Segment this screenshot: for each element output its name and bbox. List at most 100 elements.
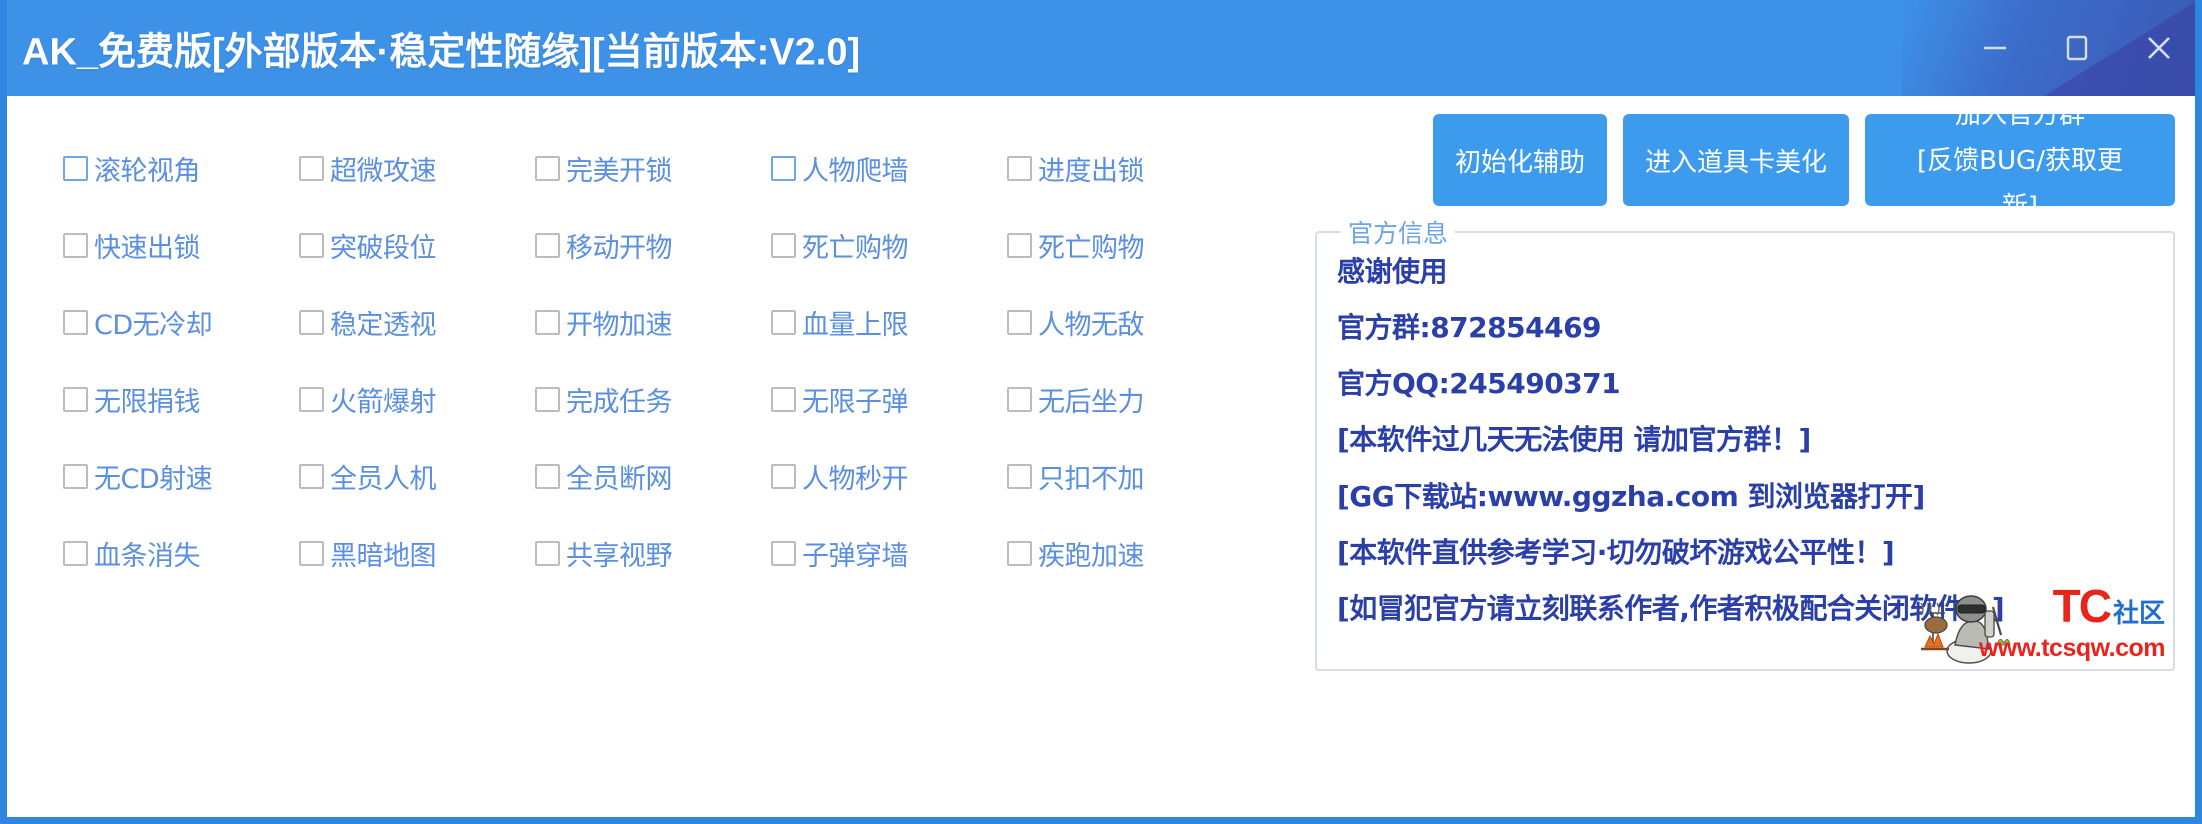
- checkbox-icon[interactable]: [1007, 233, 1032, 258]
- feature-checkbox[interactable]: 人物秒开: [771, 457, 1007, 496]
- feature-checkbox[interactable]: 稳定透视: [299, 303, 535, 342]
- feature-checkbox[interactable]: 死亡购物: [771, 226, 1007, 265]
- checkbox-icon[interactable]: [1007, 541, 1032, 566]
- feature-checkbox-label: 血条消失: [94, 541, 201, 572]
- feature-checkbox[interactable]: 超微攻速: [299, 149, 535, 188]
- checkbox-icon[interactable]: [299, 156, 324, 181]
- checkbox-icon[interactable]: [1007, 464, 1032, 489]
- feature-checkbox[interactable]: 完成任务: [535, 380, 771, 419]
- checkbox-icon[interactable]: [63, 310, 88, 335]
- feature-checkbox[interactable]: 滚轮视角: [63, 149, 299, 188]
- official-info-line: [本软件过几天无法使用 请加官方群！]: [1337, 423, 1811, 457]
- feature-checkbox[interactable]: 突破段位: [299, 226, 535, 265]
- window-title: AK_免费版[外部版本·稳定性随缘][当前版本:V2.0]: [22, 31, 861, 74]
- feature-checkbox-label: 无限子弹: [802, 387, 909, 418]
- checkbox-icon[interactable]: [63, 387, 88, 412]
- checkbox-icon[interactable]: [299, 387, 324, 412]
- checkbox-icon[interactable]: [535, 310, 560, 335]
- feature-checkbox-label: 突破段位: [330, 233, 437, 264]
- official-info-line: [本软件直供参考学习·切勿破坏游戏公平性！]: [1337, 535, 1895, 569]
- app-window: AK_免费版[外部版本·稳定性随缘][当前版本:V2.0] 滚轮视角 超微攻速 …: [0, 0, 2202, 824]
- join-official-group-button[interactable]: 加入官方群 [反馈BUG/获取更 新]: [1865, 100, 2175, 222]
- feature-checkbox[interactable]: 血量上限: [771, 303, 1007, 342]
- feature-checkbox[interactable]: 无限子弹: [771, 380, 1007, 419]
- feature-checkbox[interactable]: 黑暗地图: [299, 534, 535, 573]
- item-card-beautify-button[interactable]: 进入道具卡美化: [1622, 114, 1849, 206]
- join-group-line3: 新]: [2001, 192, 2039, 222]
- feature-checkbox-label: 人物秒开: [802, 464, 909, 495]
- feature-checkbox-label: 无限捐钱: [94, 387, 201, 418]
- maximize-icon: [2066, 35, 2088, 61]
- checkbox-icon[interactable]: [1007, 156, 1032, 181]
- right-panel: 初始化辅助 进入道具卡美化 加入官方群 [反馈BUG/获取更 新] 官方信息 感…: [1315, 100, 2175, 671]
- feature-checkbox[interactable]: 火箭爆射: [299, 380, 535, 419]
- action-button-row: 初始化辅助 进入道具卡美化 加入官方群 [反馈BUG/获取更 新]: [1315, 100, 2175, 222]
- title-bar[interactable]: AK_免费版[外部版本·稳定性随缘][当前版本:V2.0]: [7, 0, 2195, 96]
- feature-checkbox[interactable]: 全员人机: [299, 457, 535, 496]
- official-info-lines: 感谢使用 官方群:872854469 官方QQ:245490371 [本软件过几天无法…: [1337, 255, 2153, 626]
- checkbox-icon[interactable]: [771, 233, 796, 258]
- feature-checkbox[interactable]: 无限捐钱: [63, 380, 299, 419]
- checkbox-icon[interactable]: [63, 156, 88, 181]
- checkbox-icon[interactable]: [299, 233, 324, 258]
- official-info-line: [GG下载站:www.ggzha.com 到浏览器打开]: [1337, 479, 1925, 513]
- feature-checkbox-label: 血量上限: [802, 310, 909, 341]
- feature-checkbox[interactable]: 无CD射速: [63, 457, 299, 496]
- checkbox-icon[interactable]: [535, 541, 560, 566]
- official-info-legend: 官方信息: [1341, 214, 1456, 250]
- feature-checkbox[interactable]: 人物无敌: [1007, 303, 1243, 342]
- feature-checkbox[interactable]: 血条消失: [63, 534, 299, 573]
- feature-checkbox-label: 共享视野: [566, 541, 673, 572]
- checkbox-icon[interactable]: [535, 464, 560, 489]
- close-button[interactable]: [2142, 31, 2176, 65]
- window-controls: [1978, 0, 2176, 96]
- checkbox-icon[interactable]: [299, 310, 324, 335]
- feature-checkbox[interactable]: 子弹穿墙: [771, 534, 1007, 573]
- feature-checkbox-label: 无后坐力: [1038, 387, 1145, 418]
- checkbox-icon[interactable]: [771, 156, 796, 181]
- feature-checkbox-grid: 滚轮视角 超微攻速 完美开锁 人物爬墙 进度出锁快速出锁 突破段位 移动开物 死亡购物 死亡购物…: [63, 130, 1243, 592]
- feature-checkbox[interactable]: 完美开锁: [535, 149, 771, 188]
- feature-checkbox[interactable]: 共享视野: [535, 534, 771, 573]
- feature-checkbox[interactable]: 开物加速: [535, 303, 771, 342]
- feature-checkbox[interactable]: CD无冷却: [63, 303, 299, 342]
- maximize-button[interactable]: [2060, 31, 2094, 65]
- close-icon: [2148, 37, 2170, 59]
- checkbox-icon[interactable]: [63, 464, 88, 489]
- checkbox-icon[interactable]: [771, 464, 796, 489]
- checkbox-icon[interactable]: [771, 541, 796, 566]
- feature-checkbox[interactable]: 无后坐力: [1007, 380, 1243, 419]
- checkbox-icon[interactable]: [535, 387, 560, 412]
- feature-checkbox-label: 开物加速: [566, 310, 673, 341]
- feature-checkbox-label: 超微攻速: [330, 156, 437, 187]
- checkbox-icon[interactable]: [1007, 310, 1032, 335]
- checkbox-icon[interactable]: [771, 387, 796, 412]
- feature-checkbox[interactable]: 死亡购物: [1007, 226, 1243, 265]
- feature-checkbox-label: 无CD射速: [94, 464, 213, 495]
- checkbox-icon[interactable]: [1007, 387, 1032, 412]
- checkbox-icon[interactable]: [63, 233, 88, 258]
- feature-checkbox-label: 死亡购物: [1038, 233, 1145, 264]
- checkbox-icon[interactable]: [63, 541, 88, 566]
- checkbox-icon[interactable]: [535, 233, 560, 258]
- checkbox-icon[interactable]: [299, 464, 324, 489]
- join-group-line1: 加入官方群: [1954, 100, 2085, 130]
- feature-checkbox-label: 进度出锁: [1038, 156, 1145, 187]
- feature-checkbox-label: 火箭爆射: [330, 387, 437, 418]
- checkbox-icon[interactable]: [771, 310, 796, 335]
- feature-checkbox[interactable]: 只扣不加: [1007, 457, 1243, 496]
- window-content: 滚轮视角 超微攻速 完美开锁 人物爬墙 进度出锁快速出锁 突破段位 移动开物 死亡购物 死亡购物…: [7, 96, 2195, 817]
- checkbox-icon[interactable]: [299, 541, 324, 566]
- feature-checkbox[interactable]: 进度出锁: [1007, 149, 1243, 188]
- init-assist-button[interactable]: 初始化辅助: [1432, 114, 1607, 206]
- minimize-button[interactable]: [1978, 31, 2012, 65]
- official-info-groupbox: 官方信息 感谢使用 官方群:872854469 官方QQ:245490371 [本软件…: [1315, 214, 2175, 671]
- feature-checkbox[interactable]: 移动开物: [535, 226, 771, 265]
- join-group-line2: [反馈BUG/获取更: [1917, 146, 2123, 176]
- feature-checkbox[interactable]: 快速出锁: [63, 226, 299, 265]
- checkbox-icon[interactable]: [535, 156, 560, 181]
- feature-checkbox[interactable]: 全员断网: [535, 457, 771, 496]
- feature-checkbox[interactable]: 人物爬墙: [771, 149, 1007, 188]
- feature-checkbox-label: 移动开物: [566, 233, 673, 264]
- feature-checkbox[interactable]: 疾跑加速: [1007, 534, 1243, 573]
